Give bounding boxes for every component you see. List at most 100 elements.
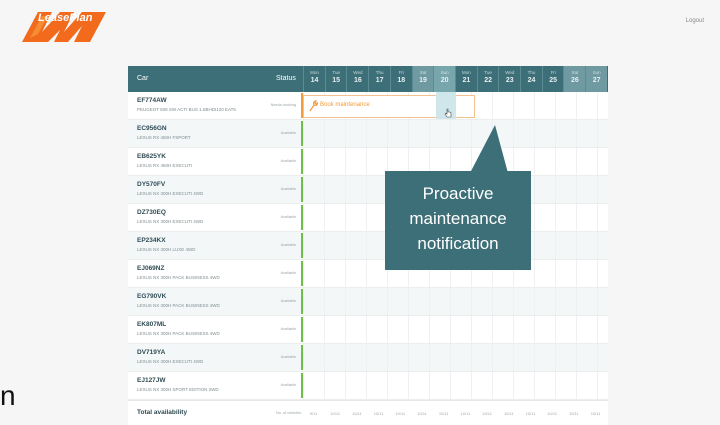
callout-line: notification — [417, 234, 499, 253]
day-name: Fri — [398, 70, 404, 75]
proactive-maintenance-callout: Proactive maintenance notification — [385, 171, 531, 270]
vehicle-model: LEXUS NX 300H PACK BUSINESS 4WD — [137, 303, 220, 308]
car-column-header[interactable]: Car — [137, 75, 148, 82]
day-date: 14 — [310, 77, 319, 84]
day-date: 21 — [462, 77, 471, 84]
logout-link[interactable]: Logout — [686, 18, 704, 24]
day-name: Thu — [375, 70, 384, 75]
day-name: Sun — [592, 70, 601, 75]
day-date: 24 — [527, 77, 536, 84]
day-name: Fri — [550, 70, 556, 75]
vehicle-model: LEXUS NX 300H SPORT EDITION 2WD — [137, 387, 219, 392]
vehicle-status: Available — [280, 243, 296, 247]
total-value: 9/11 — [309, 411, 318, 416]
day-date: 23 — [505, 77, 514, 84]
vehicle-row[interactable]: EB625YK LEXUS RX 450H EXECUTI Available — [128, 148, 608, 176]
vehicle-plate[interactable]: EC956GN — [137, 125, 167, 132]
day-header[interactable]: Mon 14 — [303, 66, 325, 92]
status-bar — [301, 373, 303, 398]
vehicle-row[interactable]: DY570FV LEXUS NX 300H EXECUTI 4WD Availabl… — [128, 176, 608, 204]
total-value: 10/11 — [373, 411, 384, 416]
vehicle-status: Available — [280, 215, 296, 219]
day-name: Wed — [505, 70, 515, 75]
total-availability-row: Total availability No. of vehicles 9/11 1… — [128, 400, 608, 425]
vehicle-row[interactable]: DV719YA LEXUS NX 300H EXECUTI 4WD Availabl… — [128, 344, 608, 372]
availability-panel: Car Status Mon 14 Tue 15 Wed 16 Thu 17 Fri 18 Sat 1… — [128, 66, 608, 425]
status-bar — [301, 289, 303, 314]
day-header[interactable]: Fri 18 — [389, 66, 412, 92]
status-column-header[interactable]: Status — [276, 75, 296, 82]
vehicle-row[interactable]: EC956GN LEXUS RX 450H FSPORT Available — [128, 120, 608, 148]
table-header: Car Status Mon 14 Tue 15 Wed 16 Thu 17 Fri 18 Sat 1… — [128, 66, 608, 92]
vehicle-row[interactable]: EJ127JW LEXUS NX 300H SPORT EDITION 2WD Av… — [128, 372, 608, 400]
callout-text: Proactive maintenance notification — [385, 181, 531, 256]
total-value: 10/11 — [352, 411, 362, 416]
total-availability-sublabel: No. of vehicles — [276, 411, 301, 415]
total-value: 10/11 — [460, 411, 471, 416]
vehicle-status: Needs booking — [270, 103, 296, 107]
status-bar — [301, 149, 303, 174]
calendar-cells[interactable] — [303, 372, 608, 399]
day-header[interactable]: Sat 19 — [411, 66, 434, 92]
day-header[interactable]: Mon 21 — [454, 66, 477, 92]
vehicle-row[interactable]: EP234KX LEXUS NX 300H LUXE 4WD Available — [128, 232, 608, 260]
day-date: 19 — [419, 77, 427, 84]
vehicle-row[interactable]: EF774AW PEUGEOT 508 SW ACTI BUS 1.6BHDI12… — [128, 92, 608, 120]
calendar-cells[interactable] — [303, 316, 608, 343]
vehicle-row[interactable]: DZ730EQ LEXUS NX 300H EXECUTI 4WD Availabl… — [128, 204, 608, 232]
day-header[interactable]: Fri 25 — [541, 66, 564, 92]
status-bar — [301, 177, 303, 202]
day-date: 22 — [484, 77, 492, 84]
vehicle-plate[interactable]: EK807ML — [137, 321, 166, 328]
day-date: 16 — [353, 77, 362, 84]
day-header[interactable]: Thu 17 — [368, 66, 390, 92]
calendar-cells[interactable] — [303, 288, 608, 315]
day-header[interactable]: Thu 24 — [520, 66, 542, 92]
calendar-cells[interactable] — [303, 344, 608, 371]
vehicle-model: LEXUS RX 450H EXECUTI — [137, 163, 193, 168]
vehicle-plate[interactable]: EJ069NZ — [137, 265, 164, 272]
status-bar — [301, 345, 303, 370]
vehicle-plate[interactable]: DY570FV — [137, 181, 165, 188]
vehicle-plate[interactable]: DV719YA — [137, 349, 165, 356]
stray-text: n — [0, 380, 16, 411]
vehicle-status: Available — [280, 327, 296, 331]
day-date: 25 — [549, 77, 558, 84]
vehicle-plate[interactable]: EG790VK — [137, 293, 166, 300]
callout-pointer — [470, 125, 508, 173]
total-value: 10/11 — [417, 411, 427, 416]
status-bar — [301, 205, 303, 230]
vehicle-status: Available — [280, 383, 296, 387]
vehicle-row[interactable]: EJ069NZ LEXUS NX 300H PACK BUSINESS 4WD Av… — [128, 260, 608, 288]
day-name: Wed — [353, 70, 363, 75]
day-name: Sun — [440, 70, 449, 75]
day-date: 20 — [440, 77, 449, 84]
status-bar — [301, 261, 303, 286]
day-name: Tue — [484, 70, 492, 75]
vehicle-row[interactable]: EK807ML LEXUS NX 300H PACK BUSINESS 4WD Av… — [128, 316, 608, 344]
vehicle-plate[interactable]: EJ127JW — [137, 377, 166, 384]
day-header[interactable]: Sun 20 — [433, 66, 456, 92]
total-value: 10/11 — [330, 411, 341, 416]
status-bar — [301, 233, 303, 258]
vehicle-plate[interactable]: EP234KX — [137, 237, 166, 244]
vehicle-status: Available — [280, 299, 296, 303]
vehicle-row[interactable]: EG790VK LEXUS NX 300H PACK BUSINESS 4WD Av… — [128, 288, 608, 316]
day-header[interactable]: Wed 16 — [346, 66, 368, 92]
total-value: 10/11 — [547, 411, 558, 416]
vehicle-plate[interactable]: DZ730EQ — [137, 209, 166, 216]
day-header[interactable]: Tue 15 — [324, 66, 347, 92]
day-header[interactable]: Sat 26 — [563, 66, 586, 92]
total-availability-label: Total availability — [137, 409, 188, 416]
status-bar — [301, 317, 303, 342]
vehicle-status: Available — [280, 131, 296, 135]
vehicle-plate[interactable]: EF774AW — [137, 97, 167, 104]
day-header[interactable]: Tue 22 — [476, 66, 499, 92]
day-header[interactable]: Wed 23 — [498, 66, 520, 92]
vehicle-model: LEXUS NX 300H LUXE 4WD — [137, 247, 196, 252]
vehicle-status: Available — [280, 187, 296, 191]
vehicle-model: LEXUS NX 300H PACK BUSINESS 4WD — [137, 331, 220, 336]
vehicle-plate[interactable]: EB625YK — [137, 153, 166, 160]
day-name: Mon — [462, 70, 471, 75]
day-header[interactable]: Sun 27 — [585, 66, 608, 92]
